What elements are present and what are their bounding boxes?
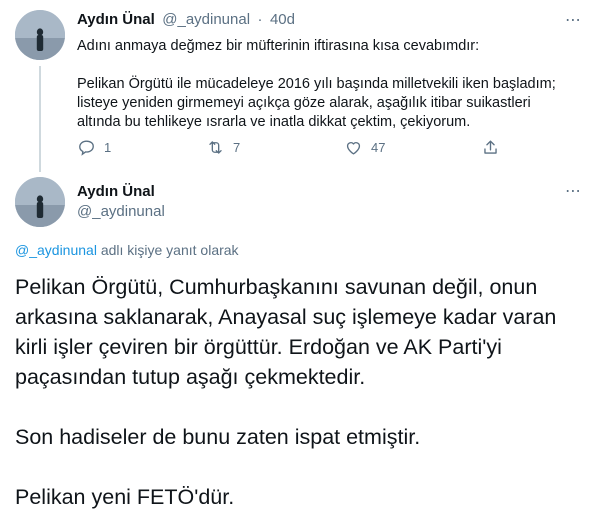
more-options-icon[interactable]: ⋯ — [565, 10, 582, 30]
reply-to-handle-link[interactable]: @_aydinunal — [15, 242, 97, 258]
reply-tweet[interactable]: Aydın Ünal @_aydinunal · 40d ⋯ Adını anm… — [0, 0, 598, 172]
like-icon — [346, 142, 361, 155]
tweet-line: kirli işler çeviren bir örgüttür. Erdoğa… — [15, 335, 502, 359]
reply-button[interactable]: 1 — [77, 138, 111, 157]
tweet-line: Pelikan Örgütü, Cumhurbaşkanını savunan … — [15, 275, 538, 299]
main-tweet-text: Pelikan Örgütü, Cumhurbaşkanını savunan … — [15, 272, 590, 512]
author-name[interactable]: Aydın Ünal — [77, 183, 155, 200]
author-handle[interactable]: @_aydinunal — [162, 11, 250, 28]
tweet-line: Son hadiseler de bunu zaten ispat etmişt… — [15, 425, 421, 449]
reply-to-suffix: adlı kişiye yanıt olarak — [96, 242, 239, 258]
reply-tweet-header: Aydın Ünal @_aydinunal · 40d — [77, 11, 295, 29]
replying-to: @_aydinunal adlı kişiye yanıt olarak — [15, 242, 239, 258]
retweet-icon — [209, 141, 222, 154]
tweet-line: arkasına saklanarak, Anayasal suç işleme… — [15, 305, 557, 329]
avatar[interactable] — [15, 10, 65, 60]
tweet-line: Pelikan Örgütü ile mücadeleye 2016 yılı … — [77, 76, 556, 92]
like-count: 47 — [371, 140, 386, 155]
thread-line — [39, 66, 41, 172]
like-button[interactable]: 47 — [344, 138, 385, 157]
main-tweet: Aydın Ünal @_aydinunal ⋯ @_aydinunal adl… — [0, 172, 598, 518]
tweet-line: paçasından tutup aşağı çekmektedir. — [15, 365, 366, 389]
more-options-icon[interactable]: ⋯ — [565, 181, 582, 201]
retweet-button[interactable]: 7 — [206, 138, 240, 157]
dot-separator: · — [257, 11, 263, 28]
share-button[interactable] — [481, 138, 500, 157]
retweet-count: 7 — [233, 140, 241, 155]
tweet-line: listeye yeniden girmemeyi açıkça göze al… — [77, 95, 531, 111]
tweet-line: altında bu tehlikeye ısrarla ve inatla d… — [77, 114, 471, 130]
author-name[interactable]: Aydın Ünal — [77, 11, 155, 28]
author-handle[interactable]: @_aydinunal — [77, 203, 165, 220]
avatar[interactable] — [15, 177, 65, 227]
reply-count: 1 — [104, 140, 112, 155]
reply-icon — [79, 140, 94, 156]
tweet-paragraph: Adını anmaya değmez bir müfterinin iftir… — [77, 38, 480, 54]
reply-tweet-text: Adını anmaya değmez bir müfterinin iftir… — [77, 37, 582, 132]
share-icon — [484, 140, 497, 154]
tweet-time[interactable]: 40d — [270, 11, 295, 28]
tweet-line: Pelikan yeni FETÖ'dür. — [15, 485, 235, 509]
